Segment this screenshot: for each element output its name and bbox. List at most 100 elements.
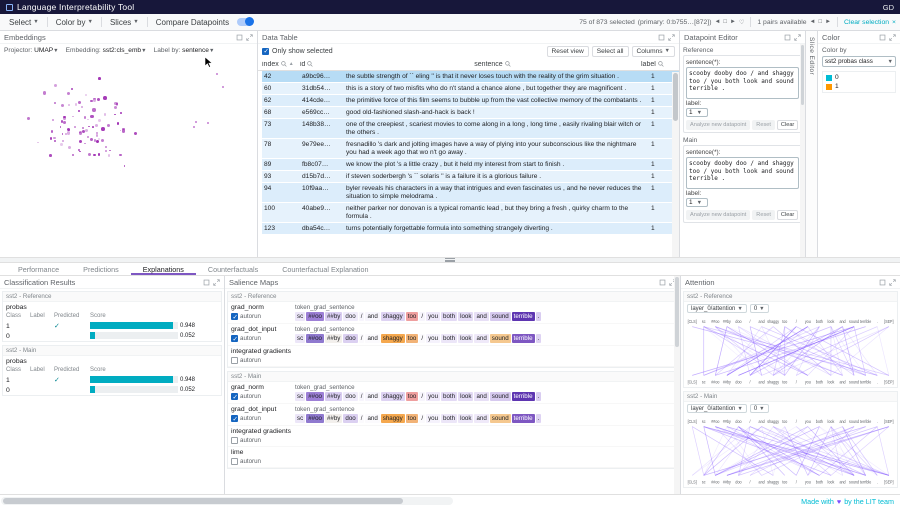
salience-token[interactable]: terrible — [512, 392, 535, 401]
select-menu[interactable]: Select▼ — [4, 18, 44, 27]
embedding-point[interactable] — [120, 112, 122, 114]
salience-token[interactable]: terrible — [512, 334, 535, 343]
head-select[interactable]: 0▼ — [750, 404, 769, 413]
scrollbar-thumb[interactable] — [801, 45, 804, 105]
salience-token[interactable]: both — [441, 414, 457, 423]
salience-token[interactable]: shaggy — [381, 414, 405, 423]
salience-token[interactable]: / — [419, 414, 425, 423]
embedding-point[interactable] — [114, 106, 117, 109]
favorite-icon[interactable]: ♡ — [739, 19, 744, 26]
tab-counterfactuals[interactable]: Counterfactuals — [196, 263, 270, 275]
analyze-new-datapoint-button[interactable]: Analyze new datapoint — [686, 210, 750, 220]
embedding-point[interactable] — [97, 98, 100, 101]
autorun-checkbox[interactable]: autorun — [231, 313, 295, 320]
embedding-point[interactable] — [74, 126, 76, 128]
embedding-point[interactable] — [54, 84, 57, 87]
salience-token[interactable]: ##by — [325, 312, 342, 321]
embedding-point[interactable] — [92, 108, 95, 111]
table-row[interactable]: 10040abe9…neither parker nor donovan is … — [262, 203, 679, 223]
embedding-point[interactable] — [107, 124, 111, 128]
salience-token[interactable]: sound — [490, 334, 511, 343]
embedding-point[interactable] — [79, 131, 82, 134]
salience-token[interactable]: ##by — [325, 392, 342, 401]
embedding-point[interactable] — [90, 115, 93, 118]
salience-token[interactable]: you — [426, 414, 440, 423]
autorun-checkbox[interactable]: autorun — [231, 458, 295, 465]
salience-token[interactable]: . — [536, 312, 542, 321]
embedding-point[interactable] — [93, 99, 96, 102]
embedding-point[interactable] — [62, 140, 64, 142]
salience-token[interactable]: ##oo — [306, 414, 324, 423]
salience-token[interactable]: you — [426, 334, 440, 343]
salience-token[interactable]: too — [406, 392, 419, 401]
embedding-point[interactable] — [85, 129, 88, 132]
table-row[interactable]: 73148b38…one of the creepiest , scariest… — [262, 119, 679, 139]
embedding-point[interactable] — [98, 138, 100, 140]
layer-select[interactable]: layer_0/attention▼ — [687, 304, 747, 313]
reset-button[interactable]: Reset — [752, 120, 775, 130]
salience-token[interactable]: terrible — [512, 312, 535, 321]
salience-token[interactable]: doo — [343, 392, 357, 401]
embedding-point[interactable] — [43, 91, 46, 94]
salience-token[interactable]: and — [365, 414, 379, 423]
salience-token[interactable]: both — [441, 312, 457, 321]
salience-token[interactable]: sound — [490, 312, 511, 321]
analyze-new-datapoint-button[interactable]: Analyze new datapoint — [686, 120, 750, 130]
embedding-point[interactable] — [101, 127, 105, 131]
embedding-point[interactable] — [79, 140, 82, 143]
clear-button[interactable]: Clear — [777, 210, 798, 220]
projector-select[interactable]: Projector: UMAP▼ — [4, 47, 59, 54]
salience-token[interactable]: sc — [295, 414, 305, 423]
expand-icon[interactable] — [889, 34, 896, 41]
sentence-input[interactable]: scooby dooby doo / and shaggy too / you … — [686, 67, 799, 99]
embedding-point[interactable] — [101, 139, 104, 142]
expand-icon[interactable] — [668, 34, 675, 41]
salience-token[interactable]: and — [365, 312, 379, 321]
label-select[interactable]: 1▼ — [686, 108, 708, 117]
maximize-icon[interactable] — [658, 34, 665, 41]
salience-token[interactable]: doo — [343, 334, 357, 343]
salience-token[interactable]: and — [474, 312, 488, 321]
salience-token[interactable]: too — [406, 334, 419, 343]
salience-token[interactable]: too — [406, 312, 419, 321]
salience-token[interactable]: shaggy — [381, 312, 405, 321]
scrollbar-thumb[interactable] — [3, 498, 403, 504]
embedding-scatter[interactable] — [0, 56, 257, 257]
color-by-menu[interactable]: Color by▼ — [51, 18, 98, 27]
next-datapoint-icon[interactable]: ► — [730, 19, 736, 25]
embedding-point[interactable] — [134, 132, 137, 135]
embedding-point[interactable] — [60, 126, 62, 128]
table-row[interactable]: 6031db54…this is a story of two misfits … — [262, 83, 679, 95]
autorun-checkbox[interactable]: autorun — [231, 335, 295, 342]
autorun-checkbox[interactable]: autorun — [231, 415, 295, 422]
embedding-point[interactable] — [104, 113, 106, 115]
salience-token[interactable]: ##oo — [306, 312, 324, 321]
embedding-point[interactable] — [72, 154, 74, 156]
salience-token[interactable]: and — [365, 334, 379, 343]
salience-token[interactable]: you — [426, 312, 440, 321]
compare-datapoints-toggle[interactable] — [237, 18, 253, 26]
label-by-select[interactable]: Label by: sentence▼ — [154, 47, 215, 54]
maximize-icon[interactable] — [659, 279, 666, 286]
embedding-point[interactable] — [54, 102, 56, 104]
embedding-point[interactable] — [88, 153, 91, 156]
slices-menu[interactable]: Slices▼ — [105, 18, 144, 27]
reset-button[interactable]: Reset — [752, 210, 775, 220]
embedding-point[interactable] — [96, 140, 99, 143]
editor-scrollbar[interactable] — [800, 44, 805, 257]
salience-token[interactable]: sc — [295, 334, 305, 343]
salience-token[interactable]: and — [365, 392, 379, 401]
salience-token[interactable]: look — [458, 334, 473, 343]
embedding-point[interactable] — [49, 154, 52, 157]
embedding-point[interactable] — [105, 150, 108, 153]
random-datapoint-icon[interactable]: □ — [723, 19, 727, 25]
salience-token[interactable]: / — [359, 312, 365, 321]
column-header-index[interactable]: index▲ — [262, 61, 300, 68]
embedding-point[interactable] — [68, 104, 70, 106]
embedding-point[interactable] — [87, 119, 89, 121]
embedding-point[interactable] — [90, 138, 93, 141]
salience-token[interactable]: you — [426, 392, 440, 401]
salience-token[interactable]: ##by — [325, 334, 342, 343]
embedding-point[interactable] — [124, 165, 126, 167]
embedding-point[interactable] — [108, 154, 110, 156]
